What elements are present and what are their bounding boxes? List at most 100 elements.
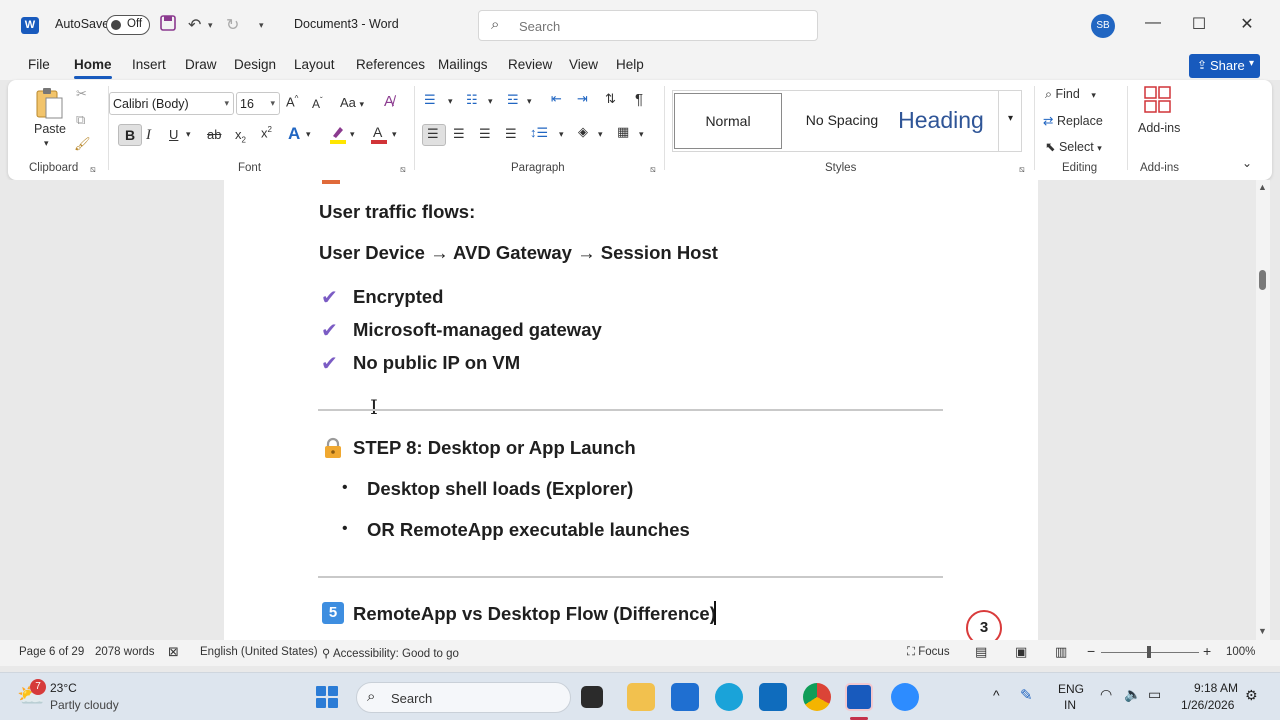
- chevron-down-icon[interactable]: ▾: [488, 96, 493, 107]
- change-case-button[interactable]: Aa ▾: [340, 95, 364, 110]
- shrink-font-icon[interactable]: Aˇ: [312, 96, 323, 111]
- tab-home[interactable]: Home: [74, 57, 112, 72]
- chevron-down-icon[interactable]: ▾: [186, 129, 191, 140]
- weather-desc[interactable]: Partly cloudy: [50, 698, 119, 712]
- borders-icon[interactable]: ▦: [617, 124, 629, 140]
- show-formatting-icon[interactable]: ¶: [635, 91, 643, 108]
- input-method-icon[interactable]: ✎: [1020, 686, 1033, 704]
- paste-dropdown-icon[interactable]: ▾: [44, 138, 49, 149]
- shading-icon[interactable]: ◈: [578, 124, 588, 140]
- word-count[interactable]: 2078 words: [95, 646, 154, 658]
- chrome-icon[interactable]: [803, 683, 831, 711]
- language-line1[interactable]: ENG: [1058, 682, 1084, 696]
- bullets-icon[interactable]: ☰: [424, 92, 436, 108]
- page-count[interactable]: Page 6 of 29: [19, 646, 84, 658]
- language-line2[interactable]: IN: [1064, 698, 1076, 712]
- share-button[interactable]: ⇪ Share ▾: [1189, 54, 1260, 78]
- highlight-icon[interactable]: [328, 124, 348, 147]
- font-color-icon[interactable]: A: [370, 124, 388, 147]
- print-layout-icon[interactable]: ▣: [1015, 644, 1027, 660]
- font-size-combo[interactable]: 16 ▾: [236, 92, 280, 115]
- grow-font-icon[interactable]: A^: [286, 94, 298, 109]
- chevron-down-icon[interactable]: ▾: [392, 129, 397, 140]
- clock-date[interactable]: 1/26/2026: [1181, 698, 1234, 712]
- tab-review[interactable]: Review: [508, 57, 552, 72]
- scroll-up-icon[interactable]: ▲: [1258, 182, 1267, 192]
- undo-icon[interactable]: ↶: [188, 15, 201, 35]
- multilevel-list-icon[interactable]: ☲: [507, 92, 519, 108]
- notification-settings-icon[interactable]: ⚙: [1245, 687, 1258, 704]
- zoom-level[interactable]: 100%: [1226, 646, 1255, 658]
- paste-label[interactable]: Paste: [34, 122, 66, 136]
- font-name-combo[interactable]: Calibri (Body) ▾: [109, 92, 234, 115]
- undo-dropdown-icon[interactable]: ▾: [208, 20, 213, 31]
- clock-time[interactable]: 9:18 AM: [1194, 681, 1238, 695]
- underline-button[interactable]: U: [169, 127, 178, 142]
- close-icon[interactable]: ✕: [1237, 14, 1257, 34]
- read-mode-icon[interactable]: ▤: [975, 644, 987, 660]
- web-layout-icon[interactable]: ▥: [1055, 644, 1067, 660]
- search-box[interactable]: ⌕: [478, 10, 818, 41]
- tab-file[interactable]: File: [28, 57, 50, 72]
- tab-view[interactable]: View: [569, 57, 598, 72]
- proofing-icon[interactable]: ⊠: [168, 644, 179, 660]
- paragraph-launcher-icon[interactable]: ⧅: [650, 164, 656, 175]
- copy-icon[interactable]: ⧉: [76, 112, 85, 128]
- minimize-icon[interactable]: —: [1143, 14, 1163, 32]
- collapse-ribbon-icon[interactable]: ⌄: [1242, 156, 1252, 170]
- align-right-icon[interactable]: ☰: [479, 126, 491, 142]
- chevron-up-icon[interactable]: ^: [993, 687, 1000, 703]
- tab-layout[interactable]: Layout: [294, 57, 335, 72]
- format-painter-icon[interactable]: 🖌: [74, 136, 91, 152]
- zoom-app-icon[interactable]: [891, 683, 919, 711]
- weather-temp[interactable]: 23°C: [50, 681, 77, 695]
- file-explorer-icon[interactable]: [627, 683, 655, 711]
- accessibility-status[interactable]: ⚲ Accessibility: Good to go: [322, 646, 459, 660]
- wifi-icon[interactable]: ◠: [1100, 686, 1112, 703]
- font-launcher-icon[interactable]: ⧅: [400, 164, 406, 175]
- battery-icon[interactable]: ▭: [1148, 686, 1161, 703]
- word-taskbar-icon[interactable]: [845, 683, 873, 711]
- store-icon[interactable]: [671, 683, 699, 711]
- strikethrough-button[interactable]: ab: [207, 127, 221, 142]
- zoom-out-icon[interactable]: −: [1087, 643, 1095, 659]
- zoom-in-icon[interactable]: +: [1203, 643, 1211, 659]
- chevron-down-icon[interactable]: ▾: [639, 129, 644, 140]
- style-no-spacing[interactable]: No Spacing: [787, 93, 897, 149]
- find-button[interactable]: ⌕ Find ▾: [1045, 87, 1096, 102]
- outlook-icon[interactable]: [759, 683, 787, 711]
- italic-button[interactable]: I: [146, 127, 151, 144]
- select-button[interactable]: ⬉ Select ▾: [1045, 139, 1102, 154]
- windows-start-icon[interactable]: [316, 686, 338, 708]
- search-input[interactable]: [519, 17, 799, 35]
- text-effects-icon[interactable]: A: [288, 124, 300, 144]
- scroll-down-icon[interactable]: ▼: [1258, 626, 1267, 636]
- customize-qat-icon[interactable]: ▾: [259, 20, 264, 31]
- autosave-toggle[interactable]: Off: [106, 15, 150, 35]
- subscript-button[interactable]: x2: [235, 127, 246, 145]
- clipboard-launcher-icon[interactable]: ⧅: [90, 164, 96, 175]
- vertical-scrollbar[interactable]: ▲ ▼: [1256, 180, 1270, 640]
- scroll-thumb[interactable]: [1259, 270, 1266, 290]
- bold-button[interactable]: B: [118, 124, 142, 146]
- increase-indent-icon[interactable]: ⇥: [577, 91, 588, 107]
- taskbar-search[interactable]: ⌕ Search: [356, 682, 571, 713]
- sort-icon[interactable]: ⇅: [605, 91, 616, 107]
- zoom-slider-knob[interactable]: [1147, 646, 1151, 658]
- edge-icon[interactable]: [715, 683, 743, 711]
- tab-design[interactable]: Design: [234, 57, 276, 72]
- replace-button[interactable]: ⇄ Replace: [1043, 113, 1103, 128]
- save-icon[interactable]: [160, 15, 176, 36]
- styles-launcher-icon[interactable]: ⧅: [1019, 164, 1025, 175]
- chevron-down-icon[interactable]: ▾: [448, 96, 453, 107]
- add-ins-label[interactable]: Add-ins: [1138, 121, 1180, 135]
- superscript-button[interactable]: x2: [261, 125, 272, 140]
- tab-help[interactable]: Help: [616, 57, 644, 72]
- numbering-icon[interactable]: ☷: [466, 92, 478, 108]
- tab-insert[interactable]: Insert: [132, 57, 166, 72]
- styles-more-icon[interactable]: ▾: [998, 91, 1022, 151]
- chevron-down-icon[interactable]: ▾: [350, 129, 355, 140]
- chevron-down-icon[interactable]: ▾: [559, 129, 564, 140]
- tab-draw[interactable]: Draw: [185, 57, 217, 72]
- decrease-indent-icon[interactable]: ⇤: [551, 91, 562, 107]
